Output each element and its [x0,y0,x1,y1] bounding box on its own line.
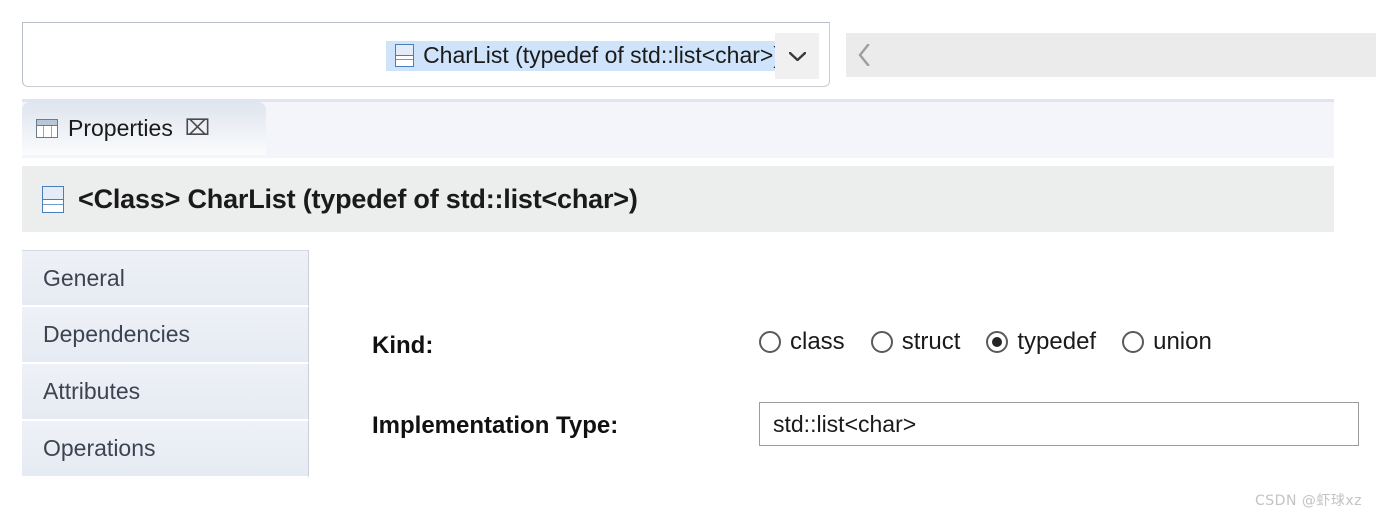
class-typedef-icon [395,44,415,67]
combo-field[interactable]: CharList (typedef of std::list<char>) [56,37,789,75]
general-form: Kind: class struct typedef union Impleme… [309,240,1359,478]
sidebar-item-operations[interactable]: Operations [22,421,309,478]
radio-label: struct [901,328,961,355]
chevron-left-icon [858,44,870,66]
sidebar-item-label: General [43,264,125,291]
radio-label: typedef [1017,328,1097,355]
sidebar-item-dependencies[interactable]: Dependencies [22,307,309,364]
properties-grid-icon [36,119,58,138]
properties-body: General Dependencies Attributes Operatio… [22,240,1359,478]
sidebar-item-label: Attributes [43,378,141,404]
properties-header: <Class> CharList (typedef of std::list<c… [22,166,1334,232]
kind-label: Kind: [372,332,434,359]
tab-properties[interactable]: Properties ⌧ [22,102,266,155]
radio-button-selected-icon [986,331,1009,353]
implementation-type-input[interactable]: std::list<char> [759,402,1359,446]
properties-sidebar: General Dependencies Attributes Operatio… [22,250,309,478]
combo-dropdown-button[interactable] [775,33,819,79]
view-tab-row: Properties ⌧ [0,97,1376,158]
radio-button-icon [759,331,781,353]
watermark: CSDN @虾球xz [1255,493,1362,509]
tab-properties-label: Properties [68,115,173,141]
radio-union[interactable]: union [1122,328,1212,356]
type-selector-combo[interactable]: CharList (typedef of std::list<char>) [22,22,830,87]
radio-struct[interactable]: struct [870,328,961,356]
chevron-down-icon [788,51,806,61]
implementation-type-label: Implementation Type: [372,412,619,439]
radio-typedef[interactable]: typedef [986,328,1096,356]
combo-value-text: CharList (typedef of std::list<char>) [423,42,781,68]
radio-button-icon [870,331,893,353]
class-typedef-icon [42,185,64,213]
radio-class[interactable]: class [759,328,845,356]
radio-label: union [1153,328,1212,355]
top-combo-strip: CharList (typedef of std::list<char>) [0,0,1376,97]
back-button[interactable] [858,42,876,68]
radio-button-icon [1122,331,1145,353]
radio-label: class [790,328,845,355]
sidebar-item-attributes[interactable]: Attributes [22,364,309,421]
sidebar-item-label: Operations [43,435,156,461]
kind-radio-group[interactable]: class struct typedef union [759,328,1212,356]
navigation-toolbar [846,33,1376,77]
page-title: <Class> CharList (typedef of std::list<c… [78,183,638,214]
sidebar-item-label: Dependencies [43,321,191,347]
combo-selected-value: CharList (typedef of std::list<char>) [386,41,789,71]
implementation-type-value: std::list<char> [773,410,917,437]
close-icon[interactable]: ⌧ [185,117,210,140]
sidebar-item-general[interactable]: General [22,250,309,307]
